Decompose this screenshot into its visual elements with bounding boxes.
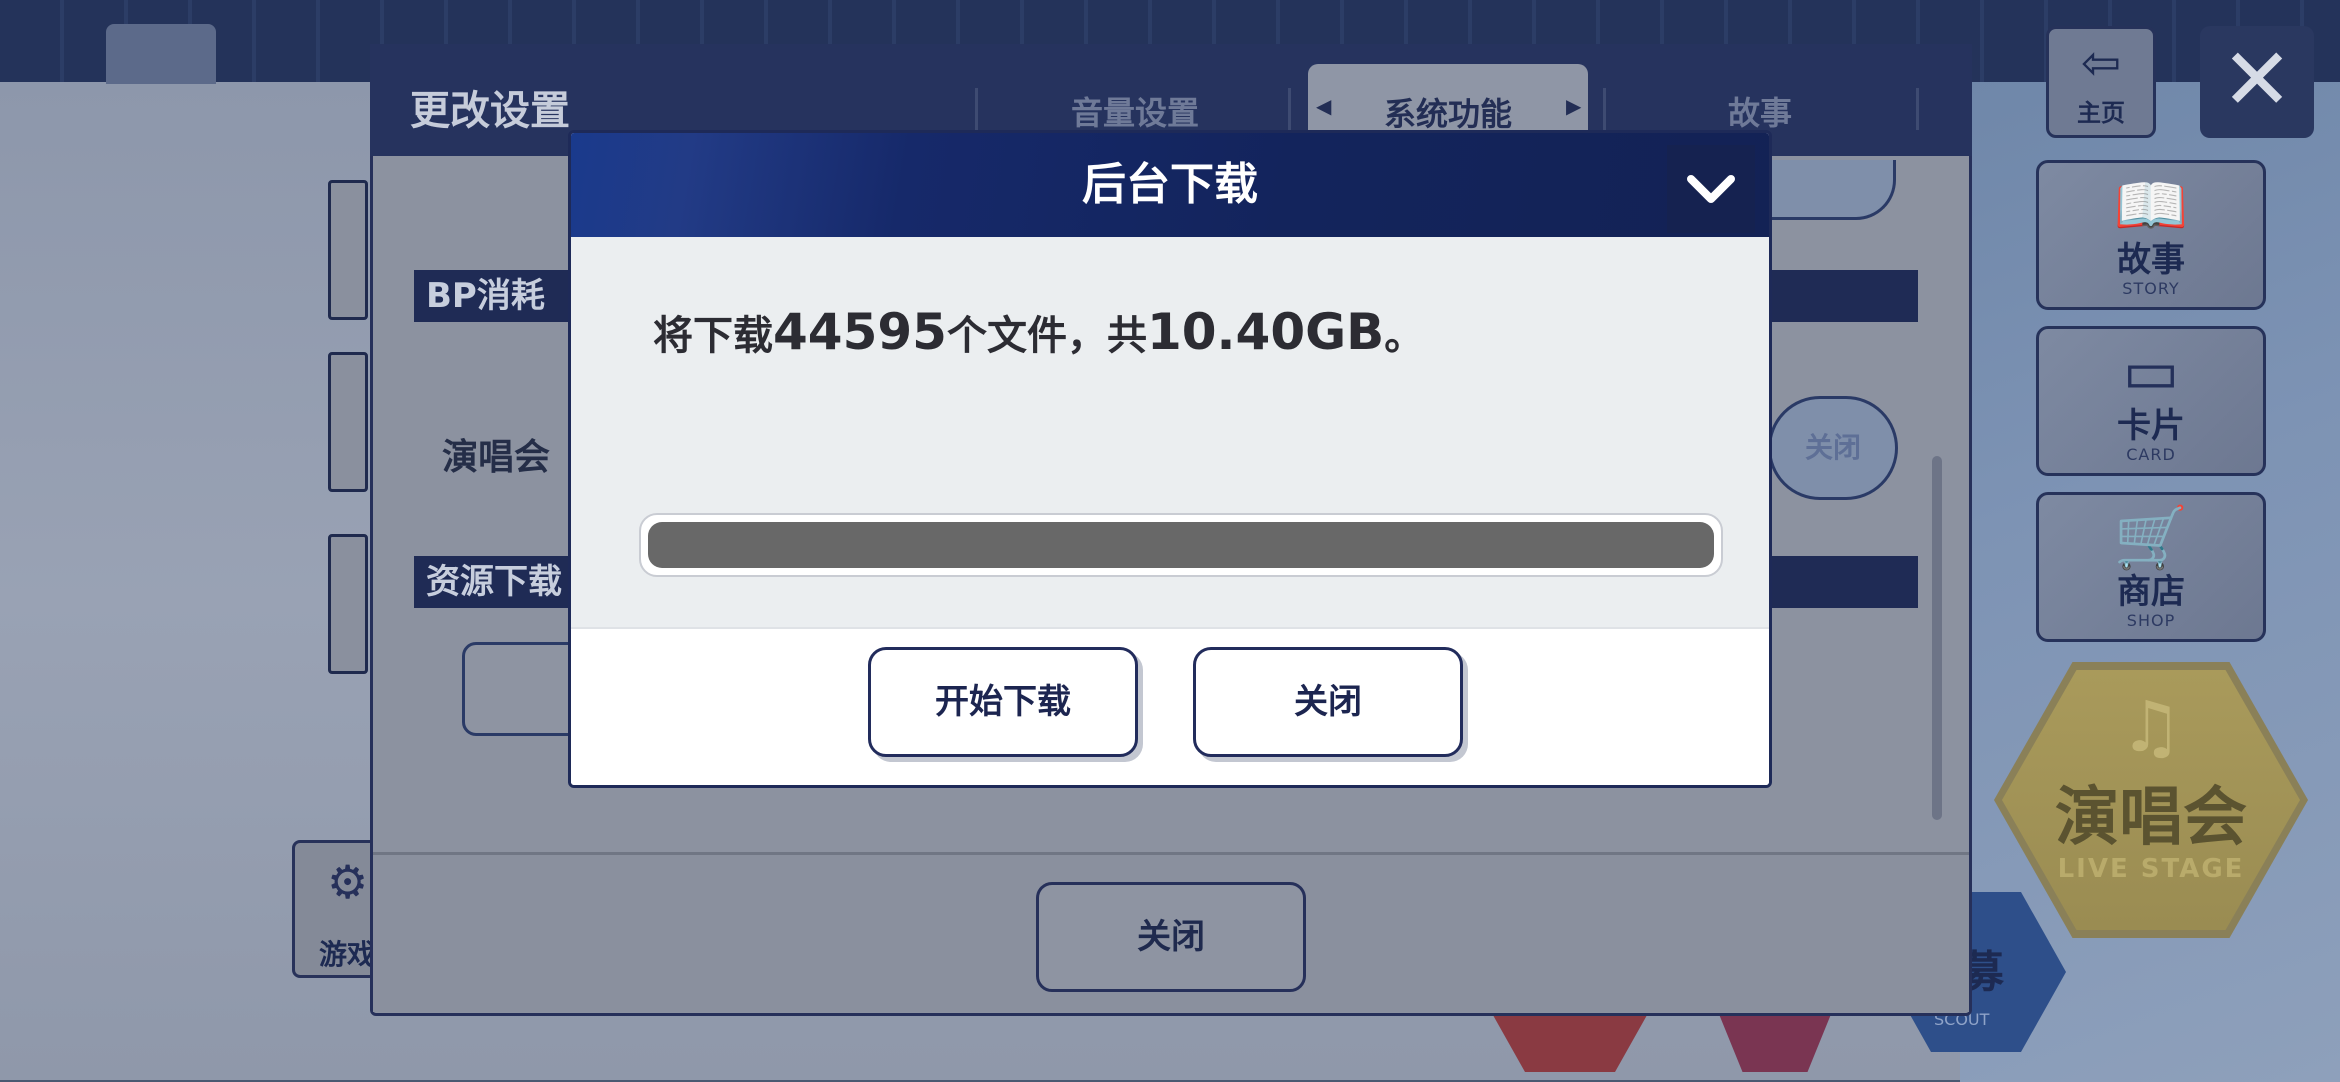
close-x-button[interactable]: ✕ (2200, 26, 2314, 138)
tab-next-arrow-icon[interactable]: ▶ (1566, 94, 1581, 118)
dialog-title: 后台下载 (1082, 159, 1258, 210)
tab-separator (1603, 88, 1606, 130)
settings-close-button[interactable]: 关闭 (1036, 882, 1306, 992)
file-count: 44595 (773, 303, 947, 361)
message-suffix: 。 (1384, 313, 1425, 359)
gear-icon: ⚙ (327, 855, 369, 909)
shop-label: 商店 (2117, 572, 2185, 612)
tab-separator (1916, 88, 1919, 130)
tab-separator (975, 88, 978, 130)
cart-icon: 🛒 (2113, 503, 2189, 573)
collapse-button[interactable] (1667, 145, 1755, 233)
message-prefix: 将下载 (653, 313, 773, 359)
side-tab-1[interactable] (328, 180, 368, 320)
back-button[interactable] (106, 24, 216, 84)
progress-fill (648, 522, 1714, 568)
download-progress-bar (639, 513, 1723, 577)
message-mid: 个文件，共 (946, 313, 1147, 359)
live-stage-sublabel: LIVE STAGE (2057, 854, 2245, 884)
card-label: 卡片 (2117, 406, 2185, 446)
story-sublabel: STORY (2122, 279, 2180, 298)
shop-sublabel: SHOP (2126, 611, 2176, 630)
dialog-close-button[interactable]: 关闭 (1193, 647, 1463, 757)
side-tab-3[interactable] (328, 534, 368, 674)
card-sublabel: CARD (2126, 445, 2176, 464)
total-size: 10.40GB (1146, 303, 1385, 361)
card-menu-button[interactable]: ▭ 卡片 CARD (2036, 326, 2266, 476)
story-label: 故事 (2117, 240, 2185, 280)
home-button[interactable]: ⇦ 主页 (2046, 26, 2156, 138)
exit-icon: ⇦ (2080, 35, 2122, 91)
card-icon: ▭ (2122, 337, 2180, 407)
tab-system-label: 系统功能 (1383, 95, 1512, 133)
settings-title: 更改设置 (410, 88, 570, 134)
settings-scrollbar[interactable] (1932, 456, 1942, 820)
dialog-footer (571, 627, 1769, 785)
hidden-toggle[interactable] (1760, 160, 1896, 220)
home-label: 主页 (2077, 99, 2125, 127)
tab-separator (1288, 88, 1291, 130)
side-tab-2[interactable] (328, 352, 368, 492)
live-stage-label: 演唱会 (2055, 781, 2247, 855)
book-icon: 📖 (2113, 171, 2189, 241)
tab-prev-arrow-icon[interactable]: ◀ (1316, 94, 1331, 118)
download-message: 将下载44595个文件，共10.40GB。 (653, 303, 1424, 361)
game-label: 游戏 (319, 938, 376, 971)
chevron-down-icon (1687, 175, 1735, 203)
shop-menu-button[interactable]: 🛒 商店 SHOP (2036, 492, 2266, 642)
resource-download-button[interactable] (462, 642, 582, 736)
concert-toggle-off[interactable]: 关闭 (1768, 396, 1898, 500)
start-download-button[interactable]: 开始下载 (868, 647, 1138, 757)
story-menu-button[interactable]: 📖 故事 STORY (2036, 160, 2266, 310)
concert-setting-label: 演唱会 (442, 437, 551, 478)
background-download-dialog: 后台下载 将下载44595个文件，共10.40GB。 开始下载 关闭 (568, 130, 1772, 788)
